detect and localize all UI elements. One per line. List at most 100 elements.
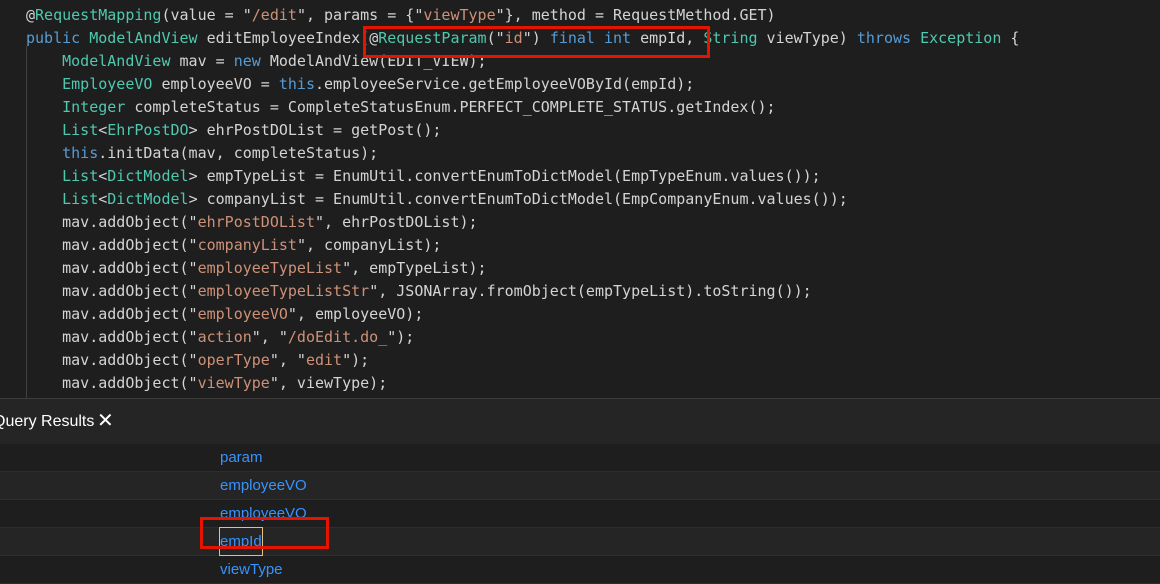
code-token: mav.addObject(" — [26, 259, 198, 277]
code-token: EhrPostDO — [107, 121, 189, 139]
result-label[interactable]: param — [220, 444, 263, 471]
code-token: edit — [305, 351, 343, 369]
result-row[interactable]: empId — [0, 527, 1160, 556]
code-token: EmployeeVO — [62, 75, 153, 93]
code-token: mav.addObject(" — [26, 282, 198, 300]
code-token: completeStatus = CompleteStatusEnum.PERF… — [125, 98, 776, 116]
code-token: throws — [856, 29, 912, 47]
code-token: ", JSONArray.fromObject(empTypeList).toS… — [369, 282, 812, 300]
code-token: .initData(mav, completeStatus); — [98, 144, 379, 162]
code-token: ", empTypeList); — [342, 259, 487, 277]
code-line: List<DictModel> companyList = EnumUtil.c… — [26, 188, 848, 210]
code-line: this.initData(mav, completeStatus); — [26, 142, 378, 164]
code-token: empId, — [631, 29, 704, 47]
code-line: mav.addObject("companyList", companyList… — [26, 234, 441, 256]
code-token: ModelAndView(EDIT_VIEW); — [260, 52, 487, 70]
code-token: id — [504, 29, 523, 47]
code-token: mav.addObject(" — [26, 351, 198, 369]
code-editor[interactable]: @RequestMapping(value = "/edit", params … — [0, 0, 1160, 398]
code-token: /edit — [251, 6, 297, 24]
code-token: @ — [26, 6, 36, 24]
code-token: public — [26, 29, 81, 47]
result-label[interactable]: employeeVO — [220, 500, 307, 527]
code-token: @ — [369, 29, 379, 47]
code-token: final — [549, 29, 595, 47]
code-token: ") — [522, 29, 550, 47]
code-token: ", " — [269, 351, 306, 369]
result-label[interactable]: employeeVO — [220, 472, 307, 499]
code-token: List — [62, 190, 99, 208]
code-token: ModelAndView — [89, 29, 198, 47]
result-label[interactable]: viewType — [220, 556, 283, 583]
code-token: RequestParam — [378, 29, 487, 47]
code-token: > ehrPostDOList = getPost(); — [188, 121, 442, 139]
results-list: param employeeVO employeeVO empId viewType — [0, 444, 1160, 584]
code-token: Exception — [920, 29, 1002, 47]
code-line: List<DictModel> empTypeList = EnumUtil.c… — [26, 165, 821, 187]
code-line: mav.addObject("employeeVO", employeeVO); — [26, 303, 423, 325]
code-token: "); — [387, 328, 415, 346]
code-line: EmployeeVO employeeVO = this.employeeSer… — [26, 73, 694, 95]
result-label[interactable]: empId — [219, 527, 263, 556]
code-token: List — [62, 121, 99, 139]
result-row[interactable]: viewType — [0, 556, 1160, 584]
query-results-panel: Query Results ✕ param employeeVO employeeV… — [0, 398, 1160, 584]
code-line: mav.addObject("action", "/doEdit.do_"); — [26, 326, 414, 348]
code-token: employeeVO — [197, 305, 288, 323]
code-line: Integer completeStatus = CompleteStatusE… — [26, 96, 776, 118]
code-token: employeeTypeList — [197, 259, 343, 277]
code-token: Integer — [62, 98, 126, 116]
code-token: DictModel — [107, 167, 189, 185]
result-row[interactable]: employeeVO — [0, 500, 1160, 528]
code-token: employeeTypeListStr — [197, 282, 370, 300]
code-token: mav = — [170, 52, 234, 70]
code-token: List — [62, 167, 99, 185]
code-token: ehrPostDOList — [197, 213, 315, 231]
code-token: ", " — [251, 328, 288, 346]
result-row[interactable]: param — [0, 444, 1160, 472]
code-token: action — [197, 328, 252, 346]
code-token: RequestMapping — [35, 6, 162, 24]
code-line: mav.addObject("operType", "edit"); — [26, 349, 369, 371]
close-icon[interactable]: ✕ — [97, 410, 114, 432]
code-token: > empTypeList = EnumUtil.convertEnumToDi… — [188, 167, 821, 185]
code-token: ", employeeVO); — [287, 305, 424, 323]
code-token: viewType) — [757, 29, 857, 47]
code-line: @RequestMapping(value = "/edit", params … — [26, 4, 776, 26]
code-token: ", ehrPostDOList); — [315, 213, 478, 231]
code-token: mav.addObject(" — [26, 328, 198, 346]
code-token: { — [1001, 29, 1020, 47]
code-token: < — [98, 167, 108, 185]
code-token: mav.addObject(" — [26, 236, 198, 254]
code-token: ModelAndView — [62, 52, 171, 70]
code-line: mav.addObject("viewType", viewType); — [26, 372, 387, 394]
code-token: ", companyList); — [296, 236, 442, 254]
code-token: this — [278, 75, 315, 93]
code-token: .employeeService.getEmployeeVOById(empId… — [315, 75, 695, 93]
code-token: companyList — [197, 236, 297, 254]
code-token: > companyList = EnumUtil.convertEnumToDi… — [188, 190, 848, 208]
code-token: String — [703, 29, 758, 47]
panel-title: Query Results — [0, 413, 95, 430]
code-token: (value = " — [161, 6, 252, 24]
code-line: mav.addObject("ehrPostDOList", ehrPostDO… — [26, 211, 478, 233]
code-line: public ModelAndView editEmployeeIndex(@R… — [26, 27, 1019, 49]
code-line: ModelAndView mav = new ModelAndView(EDIT… — [26, 50, 487, 72]
code-line: mav.addObject("employeeTypeListStr", JSO… — [26, 280, 812, 302]
code-token: /doEdit.do_ — [287, 328, 388, 346]
code-token: mav.addObject(" — [26, 305, 198, 323]
code-token: editEmployeeIndex( — [197, 29, 370, 47]
result-row[interactable]: employeeVO — [0, 472, 1160, 500]
code-token: employeeVO = — [152, 75, 279, 93]
panel-header: Query Results ✕ — [0, 398, 1160, 444]
